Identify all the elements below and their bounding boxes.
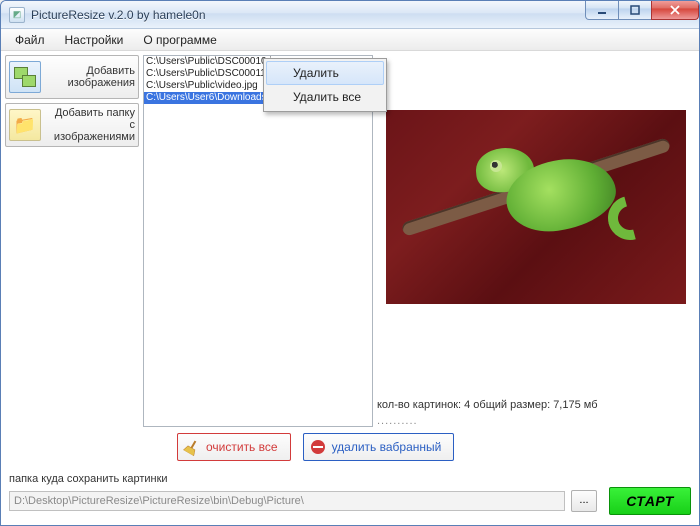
delete-selected-button[interactable]: удалить вабранный [303,433,455,461]
folder-icon [9,109,41,141]
minimize-button[interactable] [585,0,619,20]
add-folder-button[interactable]: Добавить папку с изображениями [5,103,139,147]
start-button[interactable]: СТАРТ [609,487,691,515]
minimize-icon [597,5,607,15]
bottom-pane: папка куда сохранить картинки ... СТАРТ [5,471,695,521]
preview-pane: кол-во картинок: 4 общий размер: 7,175 м… [377,55,695,427]
context-menu: Удалить Удалить все [263,58,387,112]
broom-icon [184,439,200,455]
ctx-delete-all[interactable]: Удалить все [266,85,384,109]
browse-button[interactable]: ... [571,490,597,512]
app-icon: ◩ [9,7,25,23]
stats-label: кол-во картинок: 4 общий размер: 7,175 м… [377,393,695,411]
titlebar[interactable]: ◩ PictureResize v.2.0 by hamele0n [1,1,699,29]
menubar: Файл Настройки О программе [1,29,699,51]
upper-pane: Добавить изображения Добавить папку с из… [5,55,695,427]
window-title: PictureResize v.2.0 by hamele0n [31,8,206,22]
save-path-input [9,491,565,511]
delete-selected-label: удалить вабранный [332,440,442,454]
add-folder-label: Добавить папку с изображениями [47,107,135,143]
no-entry-icon [310,439,326,455]
main-area: Добавить изображения Добавить папку с из… [1,51,699,525]
menu-about[interactable]: О программе [133,31,226,49]
ctx-delete[interactable]: Удалить [266,61,384,85]
clear-all-button[interactable]: очистить все [177,433,291,461]
menu-file[interactable]: Файл [5,31,55,49]
sidebar: Добавить изображения Добавить папку с из… [5,55,139,427]
save-label: папка куда сохранить картинки [9,473,691,485]
close-icon [670,5,680,15]
add-images-label: Добавить изображения [47,65,135,89]
action-row: очистить все удалить вабранный [5,431,695,467]
images-icon [9,61,41,93]
maximize-icon [630,5,640,15]
close-button[interactable] [651,0,699,20]
add-images-button[interactable]: Добавить изображения [5,55,139,99]
progress-dots: .......... [377,415,695,427]
preview-frame [377,110,695,304]
clear-all-label: очистить все [206,440,278,454]
preview-image [386,110,686,304]
maximize-button[interactable] [618,0,652,20]
menu-settings[interactable]: Настройки [55,31,134,49]
app-window: ◩ PictureResize v.2.0 by hamele0n Файл Н… [0,0,700,526]
